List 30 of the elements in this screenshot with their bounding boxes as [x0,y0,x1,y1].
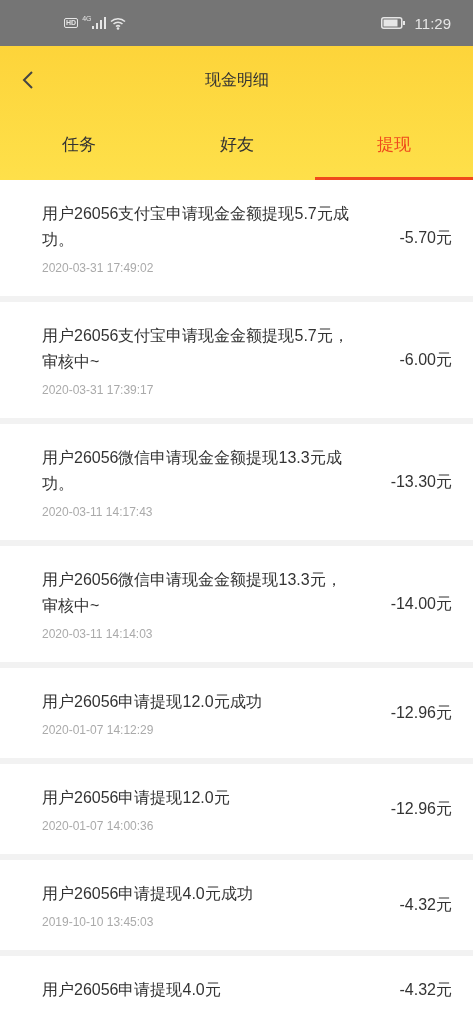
record-description: 用户26056申请提现12.0元成功 [42,692,262,712]
record-amount: -4.32元 [399,894,452,915]
record-time: 2020-01-07 14:00:36 [42,819,155,833]
record-description: 用户26056微信申请现金金额提现13.3元成功。 [42,448,343,494]
clock-time: 11:29 [414,14,451,32]
page-title: 现金明细 [204,70,269,90]
record-time: 2020-03-11 14:14:03 [42,627,154,641]
battery-icon [380,17,405,29]
record-description: 用户26056申请提现4.0元 [42,980,221,1000]
record-time: 2020-03-11 14:17:43 [42,505,154,519]
record-description: 用户26056申请提现4.0元成功 [42,884,253,904]
record-amount: -12.96元 [390,702,452,723]
record-time: 2019-10-10 13:45:03 [42,915,155,929]
record-amount: -12.96元 [390,798,452,819]
record-time: 2020-03-31 17:39:17 [42,383,155,397]
record-description: 用户26056微信申请现金金额提现13.3元，审核中~ [42,570,343,616]
tab[interactable]: 任务 [0,115,158,180]
record-description: 用户26056支付宝申请现金金额提现5.7元，审核中~ [42,326,350,372]
record-amount: -5.70元 [399,227,452,248]
record-amount: -6.00元 [399,349,452,370]
tab[interactable]: 好友 [157,115,316,180]
record-description: 用户26056支付宝申请现金金额提现5.7元成功。 [42,204,350,250]
record-amount: -14.00元 [390,593,452,614]
record-amount: -13.30元 [390,471,452,492]
signal-icon [92,17,107,29]
record-time: 2020-01-07 14:12:29 [42,723,155,737]
record-time: 2020-03-31 17:49:02 [42,261,155,275]
record-amount: -4.32元 [399,979,452,1000]
wifi-icon [110,16,127,30]
record-description: 用户26056申请提现12.0元 [42,788,230,808]
